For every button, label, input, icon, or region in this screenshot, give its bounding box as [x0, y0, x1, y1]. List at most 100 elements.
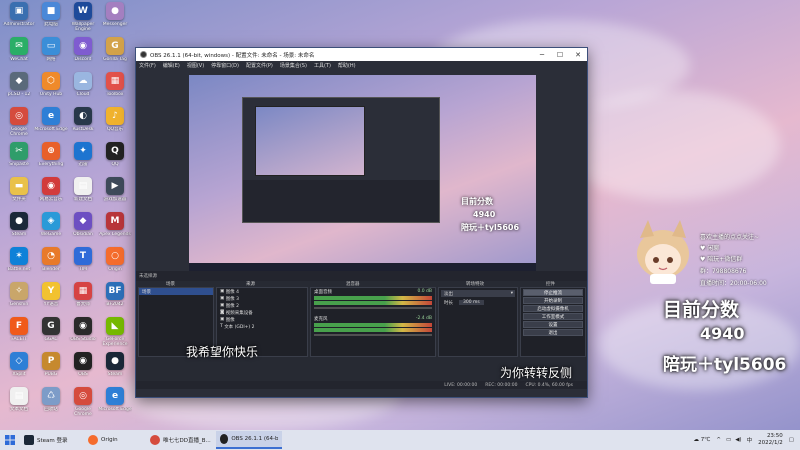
- desktop-shortcut-label: Microsoft Edge: [98, 407, 132, 412]
- recycle-bin-icon: ♺: [42, 387, 60, 405]
- desktop-shortcut-label: OBS Studio: [70, 337, 96, 342]
- desktop-shortcut-label: XSplit: [12, 372, 26, 377]
- xsplit-icon: ◇: [10, 352, 28, 370]
- desktop-shortcut-label: Gorilla Tag: [103, 57, 127, 62]
- studio-mode-button[interactable]: 工作室模式: [523, 313, 583, 320]
- nested-obs-preview: [242, 97, 440, 223]
- network-icon[interactable]: ▭: [726, 437, 731, 443]
- genshin-icon: ✧: [10, 282, 28, 300]
- minimize-icon[interactable]: ─: [533, 48, 551, 61]
- menu-profile[interactable]: 配置文件(P): [246, 62, 273, 69]
- scene-item[interactable]: 场景: [139, 288, 213, 295]
- obsidian-icon: ◆: [74, 212, 92, 230]
- desktop-shortcut-label: QQ音乐: [106, 127, 124, 132]
- source-item[interactable]: ▣ 图像 4: [217, 288, 307, 295]
- taskbar-origin[interactable]: Origin: [84, 431, 146, 449]
- transition-duration[interactable]: 时长 300 ms: [441, 299, 515, 306]
- clock-time: 23:50: [766, 433, 783, 439]
- chrome2-icon: ◎: [74, 387, 92, 405]
- preview-taskbar: [189, 263, 536, 271]
- desktop-shortcut-label: 网络: [46, 57, 56, 62]
- desktop-shortcut-label: Everything: [38, 162, 64, 167]
- menu-help[interactable]: 帮助(H): [338, 62, 356, 69]
- taskbar-obs[interactable]: OBS 26.1.1 (64-bit...: [216, 431, 282, 449]
- menu-scene-collection[interactable]: 场景集合(S): [280, 62, 307, 69]
- transition-select[interactable]: 淡出 ▾: [441, 290, 515, 297]
- taskbar-steam[interactable]: Steam 登录: [20, 431, 84, 449]
- yy-icon: Y: [42, 282, 60, 300]
- obs-window-title: OBS 26.1.1 (64-bit, windows) - 配置文件: 未命名…: [150, 52, 315, 59]
- desktop-shortcut-label: PUBG: [44, 372, 58, 377]
- desktop-shortcut-label: Administrator: [3, 22, 35, 27]
- tim-icon: T: [74, 247, 92, 265]
- volume-slider[interactable]: [314, 307, 432, 309]
- desktop-shortcut[interactable]: ◎ Google Chrome: [66, 387, 100, 431]
- desktop-shortcut[interactable]: ♺ 回收站: [34, 387, 68, 431]
- desktop-shortcut-label: Genshin: [9, 302, 29, 307]
- follow-message: 喜欢主播的点点关注~: [700, 234, 760, 241]
- source-item[interactable]: T 文本 (GDI+) 2: [217, 323, 307, 330]
- menu-file[interactable]: 文件(F): [139, 62, 156, 69]
- source-item[interactable]: ▣ 图像: [217, 316, 307, 323]
- messenger-icon: ●: [106, 2, 124, 20]
- desktop-shortcut-label: Blender: [42, 267, 60, 272]
- weather-temp[interactable]: 7℃: [701, 437, 711, 443]
- battlenet-icon: ✶: [10, 247, 28, 265]
- preview-companion: 陪玩＋tyl5606: [461, 223, 520, 232]
- desktop-shortcut-label: Origin: [108, 267, 122, 272]
- live-status: LIVE: 00:00:00: [444, 382, 478, 388]
- stop-streaming-button[interactable]: 停止推流: [523, 289, 583, 296]
- source-item[interactable]: ◙ 视频采集设备: [217, 309, 307, 316]
- steam2-icon: ●: [106, 352, 124, 370]
- menu-view[interactable]: 视图(V): [187, 62, 204, 69]
- desktop-shortcut-label: Google Chrome: [10, 127, 28, 137]
- desktop-shortcut-label: Microsoft Edge: [34, 127, 68, 132]
- obs-logo-icon: [140, 51, 147, 58]
- taskbar-chrome[interactable]: 唯七七DD直播_B...: [146, 431, 216, 449]
- weather-icon[interactable]: ☁: [693, 437, 700, 443]
- start-button[interactable]: [0, 431, 20, 449]
- input-language[interactable]: 中: [747, 436, 753, 444]
- desktop-shortcut-label: Snipaste: [9, 162, 29, 167]
- pubg-icon: P: [42, 352, 60, 370]
- close-icon[interactable]: ✕: [569, 48, 587, 61]
- notification-icon[interactable]: ▢: [789, 437, 794, 443]
- info-group-number: 群：798808676: [700, 268, 747, 275]
- menu-docks[interactable]: 停靠窗口(D): [211, 62, 239, 69]
- exit-button[interactable]: 退出: [523, 329, 583, 336]
- source-item[interactable]: ▣ 图像 2: [217, 302, 307, 309]
- info-chat: ♥ 闲聊: [700, 245, 720, 252]
- ludashi-icon: ▦: [74, 282, 92, 300]
- desktop-shortcut[interactable]: e Microsoft Edge: [98, 387, 132, 431]
- steam-icon: ●: [10, 212, 28, 230]
- volume-icon[interactable]: ◀): [735, 437, 741, 443]
- desktop-shortcut[interactable]: ▤ 文本文档: [2, 387, 36, 431]
- volume-slider[interactable]: [314, 334, 432, 336]
- virtual-camera-button[interactable]: 启动虚拟摄像机: [523, 305, 583, 312]
- windows-taskbar: Steam 登录 Origin 唯七七DD直播_B... OBS 26.1.1 …: [0, 430, 800, 450]
- desktop-shortcut-label: 游戏加速器: [103, 197, 127, 202]
- netease-icon: ◉: [42, 177, 60, 195]
- maximize-icon[interactable]: ☐: [551, 48, 569, 61]
- mixer-channel-name: 桌面音频 0.0 dB: [314, 289, 432, 295]
- origin-icon: ○: [106, 247, 124, 265]
- menu-tools[interactable]: 工具(T): [314, 62, 331, 69]
- origin-icon: [88, 435, 98, 445]
- menu-edit[interactable]: 编辑(E): [163, 62, 180, 69]
- windows-logo-icon: [5, 435, 15, 445]
- desktop-shortcut-label: BF2042: [106, 302, 124, 307]
- start-recording-button[interactable]: 开始录制: [523, 297, 583, 304]
- chrome-icon: [150, 435, 160, 445]
- controls-dock: 停止推流 开始录制 启动虚拟摄像机 工作室模式 设置 退出: [520, 287, 586, 357]
- preview-score-value: 4940: [473, 210, 496, 219]
- cpu-status: CPU: 0.4%, 60.00 fps: [525, 382, 574, 388]
- obs-titlebar[interactable]: OBS 26.1.1 (64-bit, windows) - 配置文件: 未命名…: [136, 48, 587, 61]
- obs-preview-canvas[interactable]: 目前分数 4940 陪玩＋tyl5606: [189, 75, 536, 271]
- desktop-shortcut-label: GeForce Experience: [102, 337, 128, 347]
- source-status-bar: 未选择源: [136, 271, 587, 281]
- source-item[interactable]: ▣ 图像 3: [217, 295, 307, 302]
- settings-button[interactable]: 设置: [523, 321, 583, 328]
- chevron-up-icon[interactable]: ^: [716, 437, 721, 443]
- desktop-shortcut-label: 鲁大师: [76, 302, 90, 307]
- clock[interactable]: 23:50 2022/1/2: [758, 433, 783, 447]
